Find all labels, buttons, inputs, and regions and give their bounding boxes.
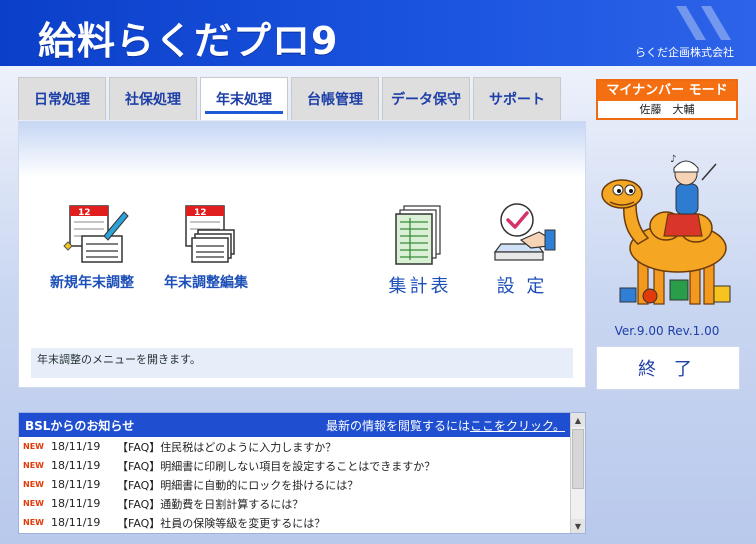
news-prompt: 最新の情報を閲覧するには [325, 418, 470, 433]
year-end-menu-panel: 12 新規年末調整 12 年末調整編集 集計表 設 定 年末調整のメニューを開き… [18, 121, 586, 388]
tab-year-end[interactable]: 年末処理 [200, 77, 288, 120]
exit-button[interactable]: 終 了 [596, 346, 740, 390]
list-item[interactable]: NEW 18/11/19 【FAQ】通勤費を日割計算するには？ [19, 494, 571, 513]
mynumber-mode-title: マイナンバー モード [598, 81, 736, 101]
list-item[interactable]: NEW 18/11/19 【FAQ】社員の保険等級を変更するには？ [19, 513, 571, 532]
new-badge: NEW [23, 442, 44, 451]
tab-data-maintenance[interactable]: データ保守 [382, 77, 470, 120]
news-list: NEW 18/11/19 【FAQ】住民税はどのように入力しますか？ NEW 1… [19, 437, 571, 532]
app-logo: 給料らくだプロ9 [38, 19, 339, 63]
spreadsheet-icon [395, 205, 441, 265]
edit-year-end-adjustment-label: 年末調整編集 [164, 275, 248, 291]
scroll-thumb[interactable] [572, 429, 584, 489]
new-year-end-adjustment-button[interactable]: 12 新規年末調整 [37, 202, 147, 292]
calendar-pen-icon: 12 [63, 205, 129, 263]
version-label: Ver.9.00 Rev.1.00 [614, 324, 720, 338]
settings-label: 設 定 [496, 276, 548, 297]
svg-text:12: 12 [194, 208, 207, 218]
active-tab-underline [205, 111, 283, 114]
svg-text:♪: ♪ [670, 154, 676, 165]
news-link[interactable]: ここをクリック。 [470, 419, 565, 433]
list-item[interactable]: NEW 18/11/19 【FAQ】住民税はどのように入力しますか？ [19, 437, 571, 456]
list-item[interactable]: NEW 18/11/19 【FAQ】明細書に自動的にロックを掛けるには？ [19, 475, 571, 494]
news-title: BSLからのお知らせ [25, 418, 135, 433]
calendar-stack-icon: 12 [185, 205, 235, 263]
camel-mascot-icon: ♪ [601, 154, 731, 305]
new-badge: NEW [23, 461, 44, 470]
tab-social-insurance[interactable]: 社保処理 [109, 77, 197, 120]
tab-ledger[interactable]: 台帳管理 [291, 77, 379, 120]
list-item[interactable]: NEW 18/11/19 【FAQ】明細書に印刷しない項目を設定することはできま… [19, 456, 571, 475]
tab-daily[interactable]: 日常処理 [18, 77, 106, 120]
edit-year-end-adjustment-button[interactable]: 12 年末調整編集 [151, 202, 261, 292]
new-year-end-adjustment-label: 新規年末調整 [50, 275, 134, 291]
banner-decoration-icon [676, 6, 731, 40]
logged-in-user: 佐藤 大輔 [639, 103, 695, 116]
settings-button[interactable]: 設 定 [477, 202, 567, 298]
scroll-up-icon[interactable]: ▲ [571, 413, 585, 427]
svg-text:12: 12 [78, 208, 91, 218]
news-scrollbar[interactable]: ▲ ▼ [570, 413, 585, 533]
scroll-down-icon[interactable]: ▼ [571, 519, 585, 533]
company-name: らくだ企画株式会社 [635, 46, 734, 59]
mynumber-mode-badge[interactable]: マイナンバー モード 佐藤 大輔 [596, 79, 738, 120]
menu-hint: 年末調整のメニューを開きます。 [31, 348, 573, 378]
new-badge: NEW [23, 518, 44, 527]
news-panel: BSLからのお知らせ 最新の情報を閲覧するにはここをクリック。 NEW 18/1… [18, 412, 586, 534]
settings-check-icon [493, 203, 556, 261]
header-banner: 給料らくだプロ9 らくだ企画株式会社 [0, 0, 756, 66]
new-badge: NEW [23, 480, 44, 489]
summary-table-button[interactable]: 集計表 [375, 204, 465, 298]
summary-table-label: 集計表 [388, 276, 452, 297]
new-badge: NEW [23, 499, 44, 508]
news-header: BSLからのお知らせ 最新の情報を閲覧するにはここをクリック。 [19, 413, 571, 437]
tab-support[interactable]: サポート [473, 77, 561, 120]
